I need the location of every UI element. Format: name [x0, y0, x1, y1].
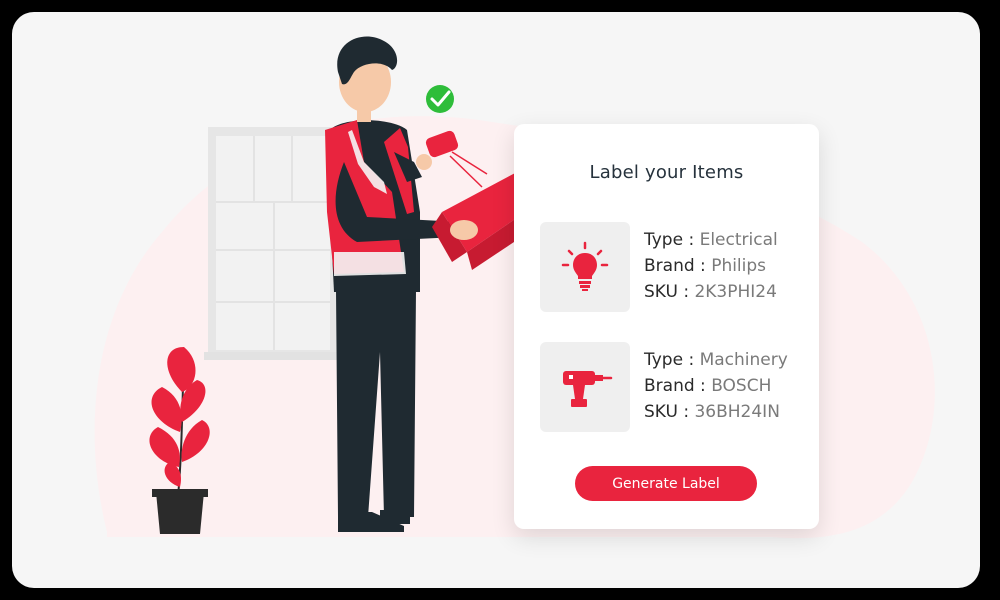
item-brand-label: Brand : — [644, 376, 706, 396]
item-sku-value: 36BH24IN — [694, 402, 780, 422]
power-drill-icon — [563, 371, 613, 407]
generate-label-button[interactable]: Generate Label — [575, 466, 757, 501]
item-sku-label: SKU : — [644, 402, 690, 422]
item-type-value: Machinery — [699, 350, 788, 370]
item-card-machinery: Type : Machinery Brand : BOSCH SKU : 36B… — [540, 342, 810, 432]
item-type-line: Type : Electrical — [644, 227, 778, 253]
item-sku-line: SKU : 2K3PHI24 — [644, 279, 778, 305]
worker-illustration — [94, 36, 935, 539]
item-type-label: Type : — [644, 230, 695, 250]
item-type-label: Type : — [644, 350, 695, 370]
item-brand-line: Brand : Philips — [644, 253, 778, 279]
checkmark-icon — [426, 85, 454, 113]
card-title: Label your Items — [589, 162, 744, 183]
item-brand-value: Philips — [711, 256, 767, 276]
item-details: Type : Machinery Brand : BOSCH SKU : 36B… — [644, 347, 788, 425]
page-frame: Label your Items Type: Electrical Brand… — [12, 12, 980, 588]
item-brand-value: BOSCH — [711, 376, 772, 396]
item-sku-value: 2K3PHI24 — [694, 282, 777, 302]
item-type-line: Type : Machinery — [644, 347, 788, 373]
item-card-electrical: Type : Electrical Brand : Philips SKU : … — [540, 222, 810, 312]
lightbulb-icon — [561, 241, 609, 291]
item-details: Type : Electrical Brand : Philips SKU : … — [644, 227, 778, 305]
item-sku-line: SKU : 36BH24IN — [644, 399, 788, 425]
item-brand-label: Brand : — [644, 256, 706, 276]
item-brand-line: Brand : BOSCH — [644, 373, 788, 399]
item-icon-box — [540, 342, 630, 432]
label-items-card: Label your Items Type: Electrical Brand… — [514, 124, 819, 529]
window — [204, 127, 342, 360]
item-icon-box — [540, 222, 630, 312]
item-sku-label: SKU : — [644, 282, 690, 302]
item-type-value: Electrical — [699, 230, 778, 250]
